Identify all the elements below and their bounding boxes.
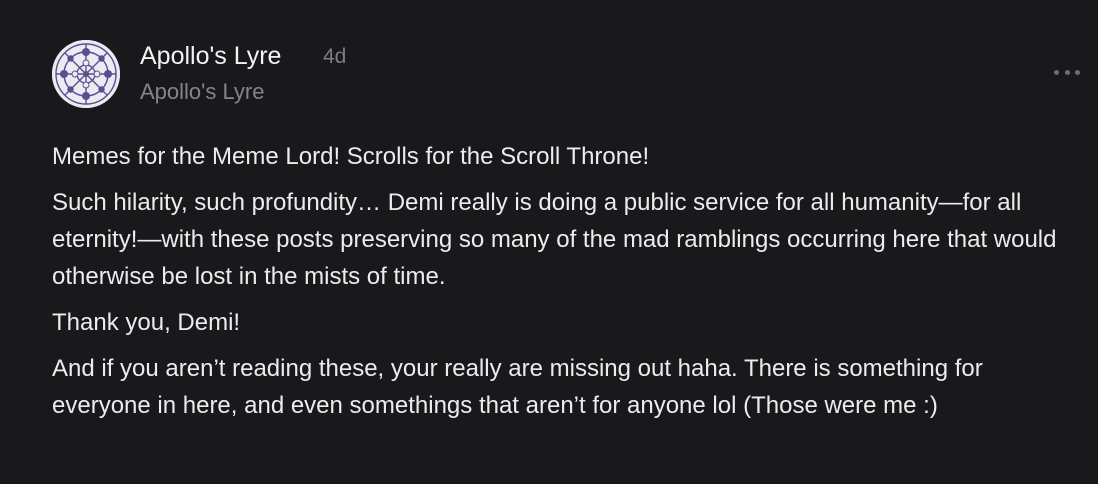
comment: Apollo's Lyre 4d Apollo's Lyre Memes for… — [0, 0, 1098, 484]
avatar[interactable] — [52, 40, 120, 108]
comment-body: Memes for the Meme Lord! Scrolls for the… — [52, 138, 1072, 433]
ellipsis-dot — [1064, 69, 1070, 75]
author-name[interactable]: Apollo's Lyre — [140, 40, 281, 72]
comment-timestamp[interactable]: 4d — [323, 42, 346, 72]
comment-paragraph: Memes for the Meme Lord! Scrolls for the… — [52, 143, 650, 170]
comment-paragraph: Thank you, Demi! — [52, 309, 241, 336]
ellipsis-horizontal-icon — [1054, 69, 1059, 75]
more-options-button[interactable] — [1054, 62, 1080, 82]
comment-paragraph: And if you aren’t reading these, your re… — [52, 355, 983, 419]
comment-paragraph: Such hilarity, such profundity… Demi rea… — [52, 189, 1057, 290]
publication-name[interactable]: Apollo's Lyre — [140, 77, 264, 107]
ellipsis-dot — [1075, 69, 1080, 75]
ornamental-pattern-icon — [52, 40, 120, 108]
